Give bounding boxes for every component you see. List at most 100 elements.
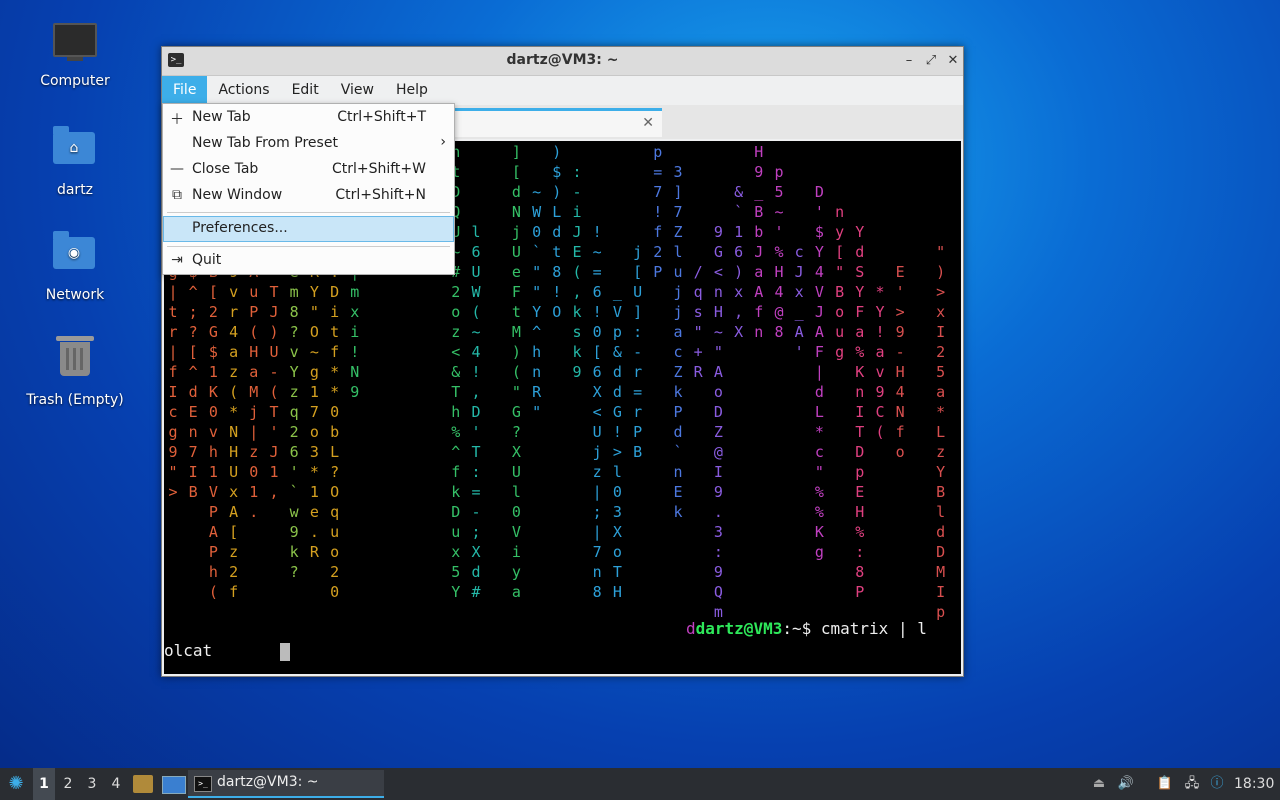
taskbar-task-terminal[interactable]: >_ dartz@VM3: ~ [188, 770, 384, 798]
workspace-4[interactable]: 4 [105, 768, 127, 800]
workspace-2[interactable]: 2 [57, 768, 79, 800]
matrix-glyph: D [855, 443, 865, 461]
matrix-glyph: 0 [249, 463, 259, 481]
matrix-glyph: 6 [734, 243, 744, 261]
matrix-glyph: P [855, 583, 865, 601]
file-manager-icon[interactable] [133, 775, 153, 793]
matrix-glyph: H [754, 143, 764, 161]
matrix-glyph: J [572, 223, 582, 241]
matrix-glyph: o [612, 543, 622, 561]
matrix-glyph: * [330, 363, 340, 381]
window-titlebar[interactable]: >_ dartz@VM3: ~ – ⤢ ✕ [162, 47, 963, 76]
chevron-right-icon: › [440, 134, 446, 150]
matrix-glyph: @ [713, 443, 723, 461]
menu-item-close-tab[interactable]: — Close Tab Ctrl+Shift+W [163, 157, 454, 183]
matrix-glyph: G [713, 243, 723, 261]
matrix-glyph: n [754, 323, 764, 341]
text-cursor [279, 642, 290, 661]
close-button[interactable]: ✕ [943, 51, 963, 71]
tab-close-icon[interactable]: ✕ [642, 115, 654, 131]
matrix-glyph: 5 [936, 363, 946, 381]
show-desktop-icon[interactable] [162, 776, 186, 794]
menu-item-new-window[interactable]: ⧉ New Window Ctrl+Shift+N [163, 183, 454, 209]
matrix-glyph: = [592, 263, 602, 281]
menu-file[interactable]: File [162, 76, 208, 105]
clipboard-icon[interactable]: 📋 [1156, 775, 1174, 793]
maximize-button[interactable]: ⤢ [921, 51, 941, 71]
matrix-glyph: 7 [309, 403, 319, 421]
matrix-glyph: > [168, 483, 178, 501]
matrix-glyph: : [855, 543, 865, 561]
desktop-icon-network[interactable]: ◉ Network [20, 229, 130, 303]
menu-item-quit[interactable]: ⇥ Quit [163, 248, 454, 274]
volume-icon[interactable]: 🔊 [1117, 775, 1135, 793]
menu-item-new-tab[interactable]: ＋ New Tab Ctrl+Shift+T [163, 105, 454, 131]
matrix-glyph: % [855, 343, 865, 361]
desktop-icon-trash[interactable]: Trash (Empty) [20, 334, 130, 408]
prompt-prefix: d [686, 619, 696, 638]
eject-icon[interactable]: ⏏ [1090, 775, 1108, 793]
matrix-glyph: g [168, 423, 178, 441]
matrix-glyph: 7 [592, 543, 602, 561]
new-window-icon: ⧉ [172, 187, 182, 203]
matrix-glyph: z [451, 323, 461, 341]
minimize-button[interactable]: – [899, 51, 919, 71]
terminal-tab[interactable]: ✕ [454, 108, 662, 137]
matrix-glyph: 6 [471, 243, 481, 261]
matrix-glyph: 4 [774, 283, 784, 301]
matrix-glyph: d [855, 243, 865, 261]
taskbar: ✺ 1 2 3 4 >_ dartz@VM3: ~ ⏏ 🔊 📋 🖧 ⓘ 18:3… [0, 768, 1280, 800]
matrix-glyph: U [511, 463, 521, 481]
matrix-glyph: t [168, 303, 178, 321]
network-icon[interactable]: 🖧 [1183, 775, 1201, 793]
matrix-glyph: Y [309, 283, 319, 301]
matrix-glyph: 7 [653, 183, 663, 201]
matrix-glyph: = [471, 483, 481, 501]
workspace-1[interactable]: 1 [33, 768, 55, 800]
menu-view[interactable]: View [330, 76, 385, 105]
matrix-glyph: I [168, 383, 178, 401]
matrix-glyph: " [532, 263, 542, 281]
desktop-icon-home[interactable]: ⌂ dartz [20, 124, 130, 198]
matrix-glyph: u [835, 323, 845, 341]
matrix-glyph: u [673, 263, 683, 281]
matrix-glyph: | [592, 523, 602, 541]
matrix-glyph: 0 [592, 323, 602, 341]
matrix-glyph: [ [511, 163, 521, 181]
matrix-glyph: v [208, 423, 218, 441]
menu-item-new-tab-from-preset[interactable]: New Tab From Preset › [163, 131, 454, 157]
matrix-glyph: P [249, 303, 259, 321]
menu-actions[interactable]: Actions [207, 76, 280, 105]
matrix-glyph: x [229, 483, 239, 501]
menu-item-preferences[interactable]: Preferences... [163, 216, 454, 242]
matrix-glyph: 5 [774, 183, 784, 201]
matrix-glyph: " [936, 243, 946, 261]
matrix-glyph: e [309, 503, 319, 521]
matrix-glyph: ` [289, 483, 299, 501]
update-notifier-icon[interactable]: ⓘ [1208, 775, 1226, 793]
matrix-glyph: 2 [289, 423, 299, 441]
matrix-glyph: 8 [855, 563, 865, 581]
menu-help[interactable]: Help [385, 76, 439, 105]
matrix-glyph: g [814, 543, 824, 561]
matrix-glyph: H [855, 503, 865, 521]
desktop-icon-computer[interactable]: Computer [20, 18, 130, 89]
matrix-glyph: E [855, 483, 865, 501]
matrix-glyph: $ [814, 223, 824, 241]
matrix-glyph: P [208, 543, 218, 561]
matrix-glyph: _ [754, 183, 764, 201]
matrix-glyph: O [552, 303, 562, 321]
workspace-3[interactable]: 3 [81, 768, 103, 800]
matrix-glyph: 9 [713, 483, 723, 501]
matrix-glyph: c [814, 443, 824, 461]
matrix-glyph: x [936, 303, 946, 321]
menu-edit[interactable]: Edit [281, 76, 330, 105]
matrix-glyph: M [511, 323, 521, 341]
matrix-glyph: K [814, 523, 824, 541]
matrix-glyph: X [592, 383, 602, 401]
clock[interactable]: 18:30 [1234, 768, 1274, 800]
matrix-glyph: ? [330, 463, 340, 481]
matrix-glyph: + [693, 343, 703, 361]
terminal-app-icon: >_ [194, 776, 212, 792]
app-menu-icon[interactable]: ✺ [4, 768, 28, 800]
